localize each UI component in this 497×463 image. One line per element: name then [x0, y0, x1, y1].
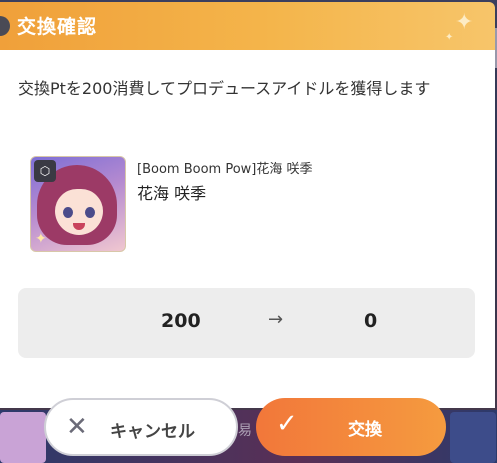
- card-type-icon: ⬡: [34, 160, 56, 182]
- dialog-title: 交換確認: [17, 16, 98, 38]
- card-art: [85, 207, 95, 218]
- exchange-button[interactable]: ✓ 交換: [256, 398, 446, 456]
- exchange-confirm-dialog: 交換確認 ✦ ✦ 交換Ptを200消費してプロデュースアイドルを獲得します ⬡ …: [0, 0, 497, 440]
- cancel-button[interactable]: ✕ キャンセル: [44, 398, 238, 456]
- close-icon: ✕: [66, 412, 88, 442]
- card-art: [63, 207, 73, 218]
- arrow-right-icon: →: [268, 309, 284, 330]
- dialog-message: 交換Ptを200消費してプロデュースアイドルを獲得します: [18, 79, 431, 98]
- check-icon: ✓: [276, 409, 298, 439]
- header-dot: [0, 16, 10, 36]
- points-before: 200: [161, 310, 201, 332]
- sparkle-icon: ✦: [445, 32, 454, 43]
- points-after: 0: [364, 310, 378, 332]
- rarity-star-icon: ✦: [35, 231, 47, 247]
- item-name: 花海 咲季: [137, 184, 207, 203]
- idol-card-thumbnail: ⬡ ✦: [30, 156, 126, 252]
- background-text: 易: [238, 423, 252, 439]
- exchange-button-label: 交換: [348, 420, 382, 440]
- points-change-panel: 200 → 0: [18, 288, 475, 358]
- dialog-body: 交換Ptを200消費してプロデュースアイドルを獲得します ⬡ ✦ [Boom B…: [0, 50, 495, 408]
- cancel-button-label: キャンセル: [110, 422, 195, 442]
- dialog-header: 交換確認 ✦ ✦: [0, 2, 495, 50]
- item-title: [Boom Boom Pow]花海 咲季: [137, 162, 313, 177]
- sparkle-icon: ✦: [455, 10, 474, 35]
